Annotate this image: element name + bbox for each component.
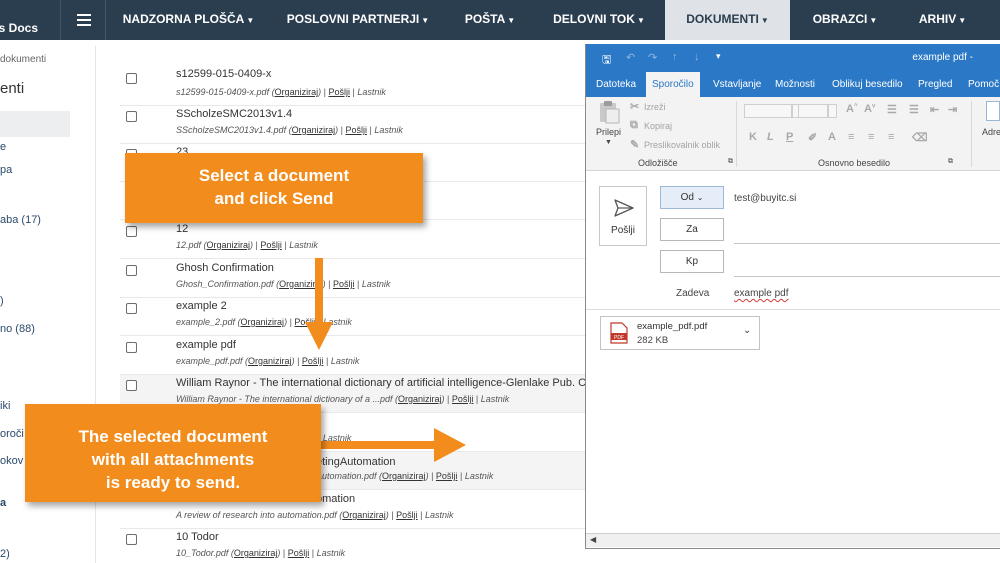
basic-text-group-label: Osnovno besedilo: [818, 158, 891, 168]
attachment-chip[interactable]: PDF example_pdf.pdf 282 KB ⌄: [600, 316, 760, 350]
callout-text: and click Send: [214, 189, 334, 208]
tab-review[interactable]: Pregled: [918, 72, 952, 97]
callout-text: Select a document: [198, 166, 350, 185]
ribbon-tabs: Datoteka Sporočilo Vstavljanje Možnosti …: [586, 72, 1000, 97]
tab-message[interactable]: Sporočilo: [646, 72, 700, 97]
tutorial-callout-ready: The selected document with all attachmen…: [25, 404, 321, 502]
tab-help[interactable]: Pomoč: [968, 72, 999, 97]
send-icon: [614, 199, 634, 217]
screen: s Docs NADZORNA PLOŠČA ▼ POSLOVNI PARTNER…: [0, 0, 1000, 563]
shrink-font-icon[interactable]: Av: [864, 103, 875, 115]
ribbon-separator: [736, 101, 737, 167]
window-title: example pdf -: [912, 52, 973, 63]
cc-field[interactable]: [734, 276, 1000, 277]
tab-options[interactable]: Možnosti: [775, 72, 815, 97]
font-color-icon[interactable]: A: [828, 131, 836, 143]
tutorial-callout-select: Select a document and click Send: [125, 153, 423, 223]
copy-button[interactable]: Kopiraj: [644, 121, 672, 131]
ribbon: Prilepi ▼ ✂ Izreži ⧉ Kopiraj ✎ Preslikov…: [586, 97, 1000, 171]
numbering-icon[interactable]: ☰: [909, 103, 919, 116]
align-left-icon[interactable]: ≡: [848, 131, 854, 143]
callout-text: The selected document: [78, 427, 268, 446]
horizontal-scrollbar[interactable]: ◀: [586, 533, 1000, 547]
to-field[interactable]: [734, 243, 1000, 244]
header-divider: [586, 309, 1000, 310]
clear-formatting-icon[interactable]: ⌫: [912, 131, 928, 144]
grow-font-icon[interactable]: A^: [846, 103, 857, 115]
cc-button[interactable]: Kp: [660, 250, 724, 273]
dialog-launcher-icon[interactable]: ⧉: [948, 158, 953, 166]
arrow-up-icon[interactable]: ↑: [672, 51, 678, 63]
font-size-dropdown[interactable]: [828, 104, 837, 118]
format-painter-button[interactable]: Preslikovalnik oblik: [644, 140, 720, 150]
address-book-button[interactable]: Adre: [982, 127, 1000, 137]
clipboard-paste-icon: [596, 100, 622, 124]
callout-text: is ready to send.: [105, 473, 241, 492]
subject-field[interactable]: example pdf: [734, 288, 788, 299]
copy-icon: ⧉: [630, 119, 638, 131]
arrow-down-icon: [305, 258, 333, 350]
arrow-right-icon: [320, 428, 466, 462]
address-book-icon: [986, 101, 1000, 121]
bold-icon[interactable]: K: [749, 131, 757, 143]
email-compose-window: 🖫 ↶ ↷ ↑ ↓ ▾ example pdf - Datoteka Sporo…: [585, 44, 1000, 549]
callout-text: with all attachments: [91, 450, 255, 469]
align-center-icon[interactable]: ≡: [868, 131, 874, 143]
dialog-launcher-icon[interactable]: ⧉: [728, 158, 733, 166]
save-icon[interactable]: 🖫: [602, 51, 611, 70]
pdf-badge-text: PDF: [614, 335, 624, 341]
chevron-down-icon[interactable]: ▼: [605, 139, 612, 146]
underline-icon[interactable]: P: [786, 131, 793, 143]
italic-icon[interactable]: L: [767, 131, 774, 143]
chevron-down-icon: ⌄: [696, 193, 704, 202]
cut-button[interactable]: Izreži: [644, 102, 666, 112]
font-family-select[interactable]: [744, 104, 792, 118]
format-painter-icon: ✎: [630, 139, 640, 151]
arrow-down-icon[interactable]: ↓: [694, 51, 700, 63]
from-address: test@buyitc.si: [734, 193, 797, 204]
tab-format-text[interactable]: Oblikuj besedilo: [832, 72, 903, 97]
outdent-icon[interactable]: ⇤: [930, 103, 939, 116]
undo-icon[interactable]: ↶: [626, 51, 635, 64]
font-size-select[interactable]: [798, 104, 828, 118]
tab-file[interactable]: Datoteka: [596, 72, 636, 97]
attachment-size: 282 KB: [637, 335, 669, 346]
pdf-file-icon: PDF: [610, 322, 628, 344]
customize-toolbar-icon[interactable]: ▾: [716, 51, 721, 62]
attachment-name: example_pdf.pdf: [637, 321, 708, 332]
text-highlight-icon[interactable]: ✐: [808, 131, 817, 144]
indent-icon[interactable]: ⇥: [948, 103, 957, 116]
chevron-down-icon[interactable]: ⌄: [743, 325, 751, 336]
subject-label: Zadeva: [676, 288, 710, 299]
send-button[interactable]: Pošlji: [599, 186, 647, 246]
redo-icon[interactable]: ↷: [648, 51, 657, 64]
ribbon-separator: [971, 101, 972, 167]
to-button[interactable]: Za: [660, 218, 724, 241]
bullets-icon[interactable]: ☰: [887, 103, 897, 116]
window-title-bar: 🖫 ↶ ↷ ↑ ↓ ▾ example pdf -: [586, 44, 1000, 72]
clipboard-group-label: Odložišče: [638, 158, 678, 168]
paste-button[interactable]: Prilepi: [596, 127, 621, 137]
tab-insert[interactable]: Vstavljanje: [713, 72, 761, 97]
cut-icon: ✂: [630, 101, 640, 113]
from-button[interactable]: Od ⌄: [660, 186, 724, 209]
send-button-label: Pošlji: [611, 225, 635, 236]
align-right-icon[interactable]: ≡: [888, 131, 894, 143]
scroll-left-icon[interactable]: ◀: [590, 535, 596, 544]
from-button-label: Od: [680, 192, 694, 203]
